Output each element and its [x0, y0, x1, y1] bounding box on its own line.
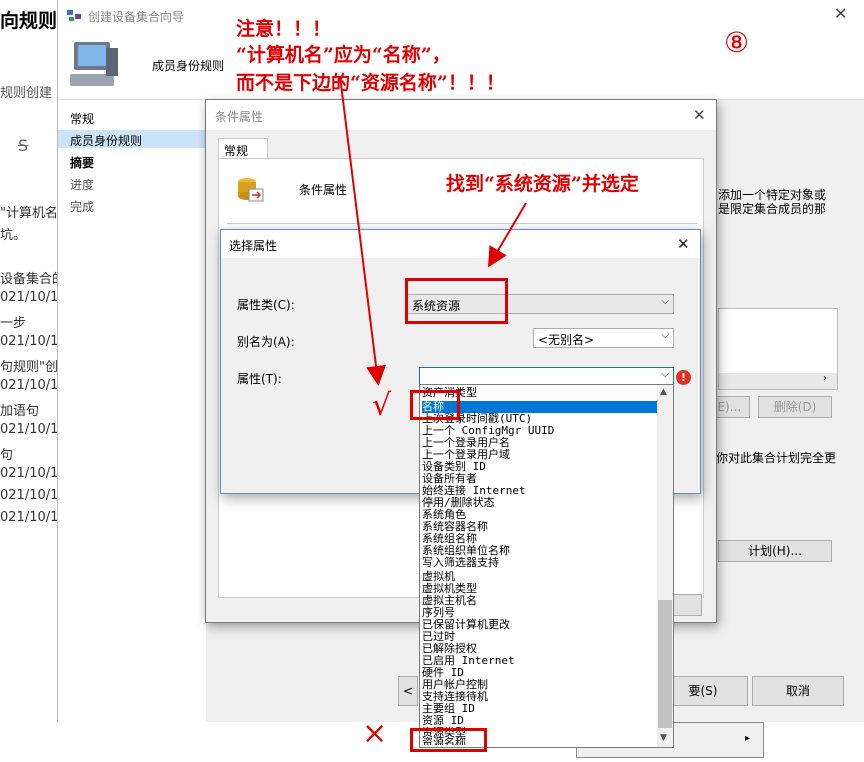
annotation-arrows	[339, 75, 527, 386]
arrow-to-name	[339, 75, 386, 386]
arrow-to-system-resource	[487, 202, 527, 268]
